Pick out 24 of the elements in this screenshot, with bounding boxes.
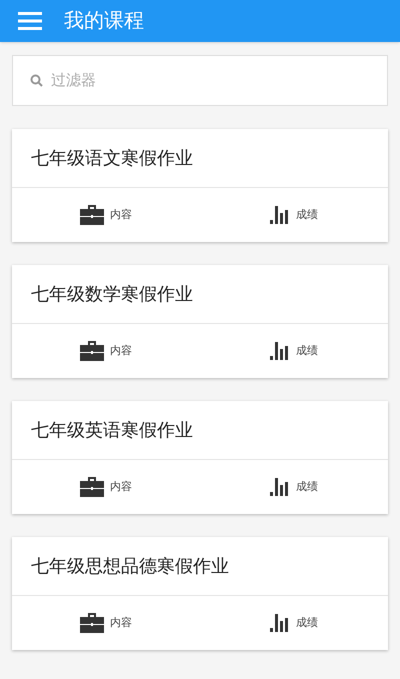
course-action-button[interactable]: 内容 (80, 341, 132, 361)
course-title: 七年级思想品德寒假作业 (31, 554, 229, 578)
briefcase-icon (80, 205, 104, 225)
course-action-button[interactable]: 内容 (80, 477, 132, 497)
briefcase-icon (80, 341, 104, 361)
course-title: 七年级数学寒假作业 (31, 282, 193, 306)
bar-chart-icon (270, 478, 290, 496)
course-action-button[interactable]: 内容 (80, 205, 132, 225)
briefcase-icon (80, 477, 104, 497)
course-action-button[interactable]: 内容 (80, 613, 132, 633)
course-action-button[interactable]: 成绩 (270, 206, 318, 224)
course-action-button[interactable]: 成绩 (270, 614, 318, 632)
menu-icon[interactable] (18, 12, 42, 30)
briefcase-icon (80, 613, 104, 633)
course-action-button[interactable]: 成绩 (270, 342, 318, 360)
page-title: 我的课程 (64, 9, 144, 34)
bar-chart-icon (270, 342, 290, 360)
course-action-button[interactable]: 成绩 (270, 478, 318, 496)
bar-chart-icon (270, 206, 290, 224)
course-title: 七年级语文寒假作业 (31, 146, 193, 170)
search-icon (30, 74, 43, 87)
search-field[interactable]: 过滤器 (12, 55, 388, 106)
bar-chart-icon (270, 614, 290, 632)
course-title: 七年级英语寒假作业 (31, 418, 193, 442)
